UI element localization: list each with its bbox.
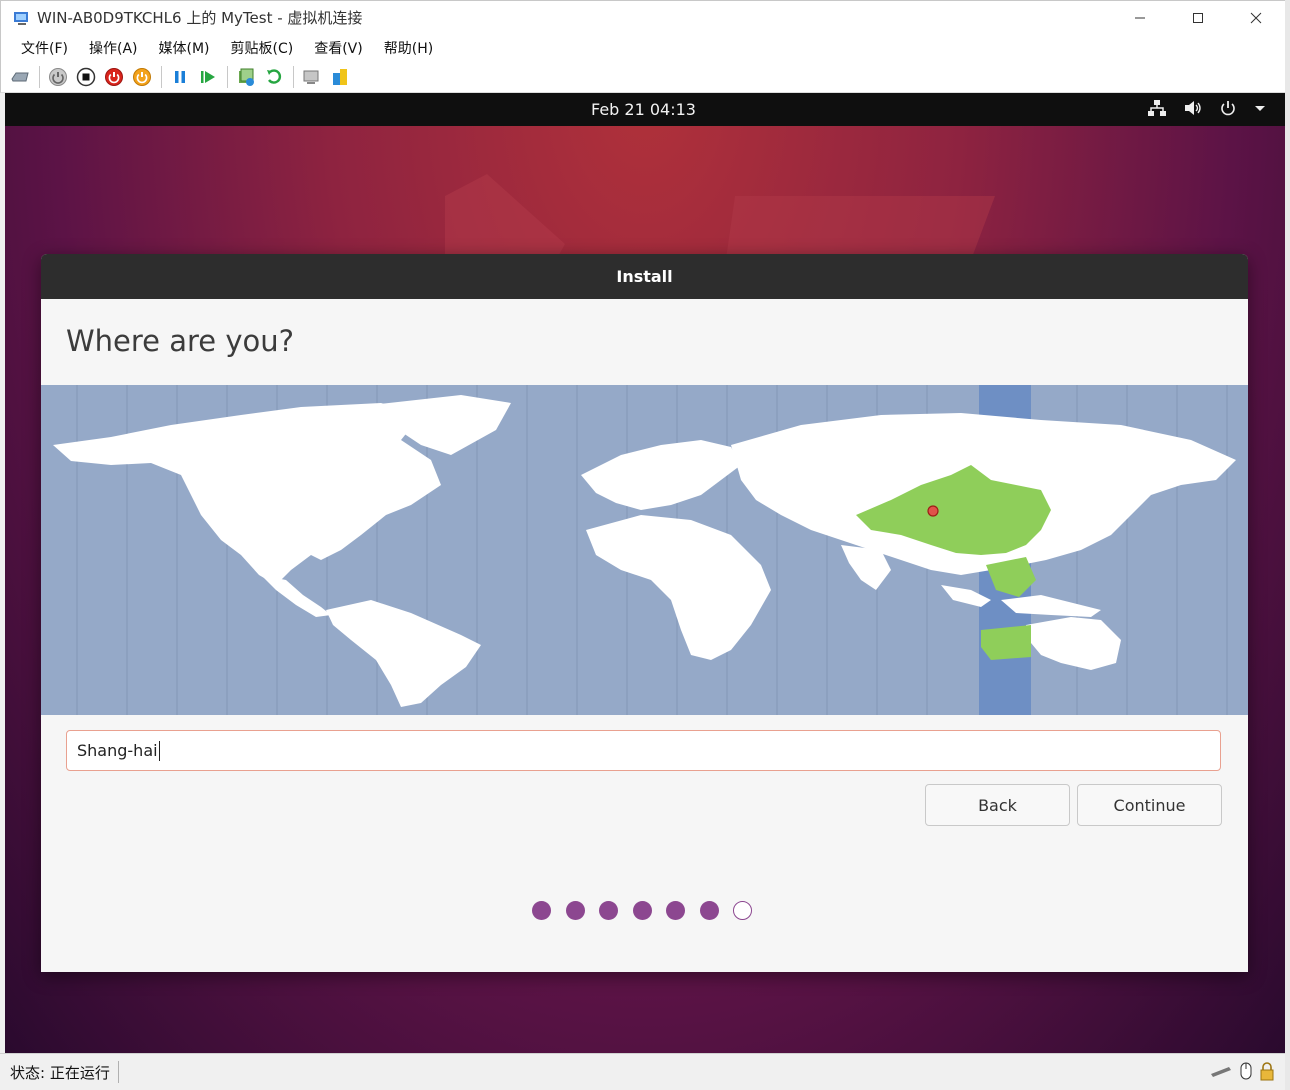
checkpoint-icon: [239, 68, 254, 86]
dialog-title: Install: [41, 254, 1248, 299]
ctrl-alt-del-button[interactable]: [9, 66, 31, 88]
volume-icon: [1185, 101, 1201, 115]
power-icon: [1221, 101, 1235, 116]
status-tray: [1209, 1061, 1275, 1081]
mouse-icon: [1240, 1062, 1252, 1080]
minimize-icon: [1135, 17, 1145, 19]
window-titlebar: WIN-AB0D9TKCHL6 上的 MyTest - 虚拟机连接: [0, 0, 1285, 34]
start-icon: [49, 68, 67, 86]
page-title: Where are you?: [66, 324, 295, 358]
guest-screen[interactable]: Feb 21 04:13 Install Where are you? Shan…: [5, 93, 1285, 1053]
ctrl-alt-del-icon: [11, 72, 29, 82]
progress-dot-done: [632, 901, 652, 920]
start-button[interactable]: [47, 66, 69, 88]
status-separator: [117, 1061, 119, 1083]
shutdown-button[interactable]: [103, 66, 125, 88]
progress-dot-done: [599, 901, 618, 920]
toolbar-separator: [293, 66, 294, 88]
power-button[interactable]: [131, 66, 153, 88]
turn-off-button[interactable]: [75, 66, 97, 88]
location-pin: [927, 505, 939, 517]
turn-off-icon: [76, 67, 96, 87]
progress-dots: [532, 901, 752, 920]
revert-button[interactable]: [263, 66, 285, 88]
progress-dot-current: [733, 901, 752, 920]
power-button-icon: [133, 68, 151, 86]
minimize-button[interactable]: [1111, 1, 1169, 35]
maximize-icon: [1193, 13, 1203, 23]
window-edge: [1285, 0, 1290, 1090]
menu-action[interactable]: 操作(A): [89, 38, 138, 58]
menu-clipboard[interactable]: 剪贴板(C): [231, 38, 294, 58]
progress-dot-done: [532, 901, 551, 920]
lock-icon: [1260, 1062, 1274, 1081]
menu-media[interactable]: 媒体(M): [159, 38, 210, 58]
progress-dot-done: [565, 901, 585, 920]
share-icon: [333, 69, 347, 85]
menubar: 文件(F) 操作(A) 媒体(M) 剪贴板(C) 查看(V) 帮助(H): [0, 34, 1285, 62]
close-icon: [1250, 12, 1262, 24]
toolbar: [0, 62, 1285, 93]
progress-dot-done: [666, 901, 685, 920]
keyboard-icon: [1211, 1067, 1231, 1077]
maximize-button[interactable]: [1169, 1, 1227, 35]
menu-help[interactable]: 帮助(H): [384, 38, 433, 58]
window-title: WIN-AB0D9TKCHL6 上的 MyTest - 虚拟机连接: [37, 9, 363, 27]
timezone-map[interactable]: [41, 385, 1248, 715]
vm-status: 状态: 正在运行: [10, 1063, 110, 1082]
gnome-top-bar: Feb 21 04:13: [5, 93, 1285, 126]
text-caret: [158, 740, 160, 761]
status-bar: 状态: 正在运行: [0, 1053, 1285, 1090]
menu-file[interactable]: 文件(F): [21, 38, 68, 58]
resume-button[interactable]: [197, 66, 219, 88]
vm-connect-icon: [14, 11, 28, 25]
share-button[interactable]: [329, 66, 351, 88]
clock[interactable]: Feb 21 04:13: [591, 100, 696, 119]
continue-button[interactable]: Continue: [1077, 784, 1222, 826]
checkpoint-button[interactable]: [235, 66, 257, 88]
enhanced-session-icon: [303, 70, 319, 84]
world-map: [53, 385, 1236, 715]
pause-icon: [175, 71, 185, 83]
pause-button[interactable]: [169, 66, 191, 88]
close-button[interactable]: [1227, 1, 1285, 35]
resume-icon: [201, 71, 215, 83]
timezone-input[interactable]: Shang-hai: [66, 730, 1221, 771]
timezone-input-value: Shang-hai: [77, 741, 158, 760]
chevron-down-icon: [1255, 106, 1265, 111]
system-tray[interactable]: [1147, 99, 1267, 117]
network-icon: [1148, 100, 1166, 116]
progress-dot-done: [699, 901, 719, 920]
shutdown-icon: [105, 68, 123, 86]
back-button[interactable]: Back: [925, 784, 1070, 826]
toolbar-separator: [227, 66, 228, 88]
enhanced-session-button[interactable]: [301, 66, 323, 88]
menu-view[interactable]: 查看(V): [314, 38, 363, 58]
install-dialog: Install Where are you? Shang-hai Back Co…: [41, 254, 1248, 972]
toolbar-separator: [161, 66, 162, 88]
revert-icon: [267, 69, 282, 84]
toolbar-separator: [39, 66, 40, 88]
